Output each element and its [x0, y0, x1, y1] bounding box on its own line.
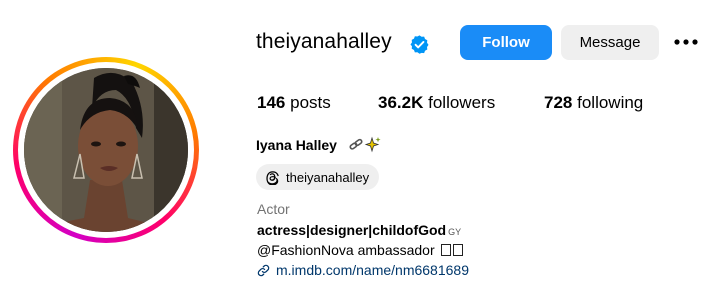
website-url: m.imdb.com/name/nm6681689: [276, 262, 469, 278]
threads-profile-link[interactable]: theiyanahalley: [256, 164, 380, 190]
posts-count-stat: 146 posts: [257, 93, 331, 113]
avatar[interactable]: [24, 68, 188, 232]
link-icon: [257, 264, 270, 276]
bio-line-1: actress|designer|childofGod GY: [257, 222, 461, 238]
threads-handle: theiyanahalley: [286, 169, 370, 185]
verified-badge-icon: [410, 35, 429, 54]
follow-button[interactable]: Follow: [460, 25, 552, 60]
avatar-frame: [18, 62, 194, 238]
bio-ambassador: @FashionNova ambassador: [257, 242, 435, 258]
profile-website-link[interactable]: m.imdb.com/name/nm6681689: [257, 261, 469, 279]
unrendered-emoji-icon: [440, 244, 451, 256]
followers-link[interactable]: 36.2K followers: [378, 93, 495, 113]
following-label: following: [577, 93, 644, 112]
unrendered-emoji-icon: [452, 244, 463, 256]
avatar-photo-illustration: [24, 68, 188, 232]
avatar-story-ring[interactable]: [13, 57, 199, 243]
profile-full-name: Iyana Halley: [256, 137, 337, 153]
following-count: 728: [544, 93, 573, 112]
chain-sparkle-emoji-icon: [349, 136, 381, 153]
message-button[interactable]: Message: [561, 25, 659, 60]
following-link[interactable]: 728 following: [544, 93, 643, 113]
threads-icon: [266, 171, 279, 185]
followers-count: 36.2K: [378, 93, 424, 112]
followers-label: followers: [428, 93, 496, 112]
more-options-icon[interactable]: [672, 32, 700, 52]
posts-label: posts: [290, 93, 331, 112]
posts-count: 146: [257, 93, 286, 112]
profile-category: Actor: [257, 201, 290, 217]
bio-suffix: GY: [448, 227, 462, 237]
bio-roles: actress|designer|childofGod: [257, 222, 447, 238]
profile-username: theiyanahalley: [256, 30, 392, 53]
bio-line-2: @FashionNova ambassador: [257, 242, 463, 258]
